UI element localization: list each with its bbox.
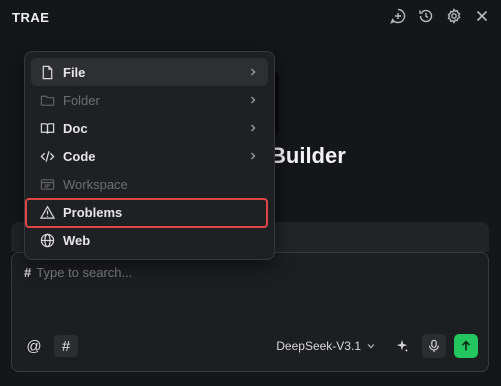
chat-input-box: # @ # DeepSeek-V3.1 bbox=[11, 252, 489, 372]
app-title: TRAE bbox=[12, 9, 50, 25]
menu-item-label: Doc bbox=[63, 120, 88, 136]
menu-item-file[interactable]: File bbox=[31, 58, 268, 86]
workspace-icon bbox=[39, 176, 55, 192]
menu-item-label: Problems bbox=[63, 204, 123, 220]
chevron-right-icon bbox=[251, 68, 256, 76]
history-icon[interactable] bbox=[417, 7, 435, 25]
folder-icon bbox=[39, 92, 55, 108]
menu-item-web[interactable]: Web bbox=[31, 226, 268, 254]
file-icon bbox=[39, 64, 55, 80]
warning-icon bbox=[39, 204, 55, 220]
chevron-right-icon bbox=[251, 152, 256, 160]
chevron-right-icon bbox=[251, 96, 256, 104]
mention-button[interactable]: @ bbox=[22, 335, 46, 357]
menu-item-problems[interactable]: Problems bbox=[31, 198, 268, 226]
chevron-right-icon bbox=[251, 124, 256, 132]
header-bar: TRAE bbox=[0, 0, 501, 34]
menu-item-folder[interactable]: Folder bbox=[31, 86, 268, 114]
input-tools: @ # bbox=[22, 335, 78, 357]
menu-item-label: Web bbox=[63, 232, 91, 248]
close-icon[interactable] bbox=[473, 7, 491, 25]
settings-icon[interactable] bbox=[445, 7, 463, 25]
menu-item-workspace[interactable]: Workspace bbox=[31, 170, 268, 198]
menu-item-code[interactable]: Code bbox=[31, 142, 268, 170]
code-icon bbox=[39, 148, 55, 164]
microphone-icon[interactable] bbox=[422, 334, 446, 358]
model-name: DeepSeek-V3.1 bbox=[276, 339, 361, 353]
menu-item-label: Folder bbox=[63, 92, 100, 108]
globe-icon bbox=[39, 232, 55, 248]
welcome-title: Builder bbox=[270, 143, 346, 168]
context-button[interactable]: # bbox=[54, 335, 78, 357]
context-menu: File Folder Doc Code Workspace Problems bbox=[24, 51, 275, 260]
hash-prefix: # bbox=[24, 265, 32, 280]
search-input[interactable] bbox=[36, 265, 417, 280]
new-chat-icon[interactable] bbox=[389, 7, 407, 25]
model-selector[interactable]: DeepSeek-V3.1 bbox=[270, 335, 382, 357]
search-row: # bbox=[24, 265, 444, 280]
menu-item-doc[interactable]: Doc bbox=[31, 114, 268, 142]
chevron-down-icon bbox=[367, 344, 375, 349]
input-actions: DeepSeek-V3.1 bbox=[270, 334, 478, 358]
send-button[interactable] bbox=[454, 334, 478, 358]
menu-item-label: Workspace bbox=[63, 176, 128, 192]
menu-item-label: Code bbox=[63, 148, 96, 164]
sparkle-icon[interactable] bbox=[390, 334, 414, 358]
book-icon bbox=[39, 120, 55, 136]
header-actions bbox=[389, 7, 491, 25]
menu-item-label: File bbox=[63, 64, 86, 80]
